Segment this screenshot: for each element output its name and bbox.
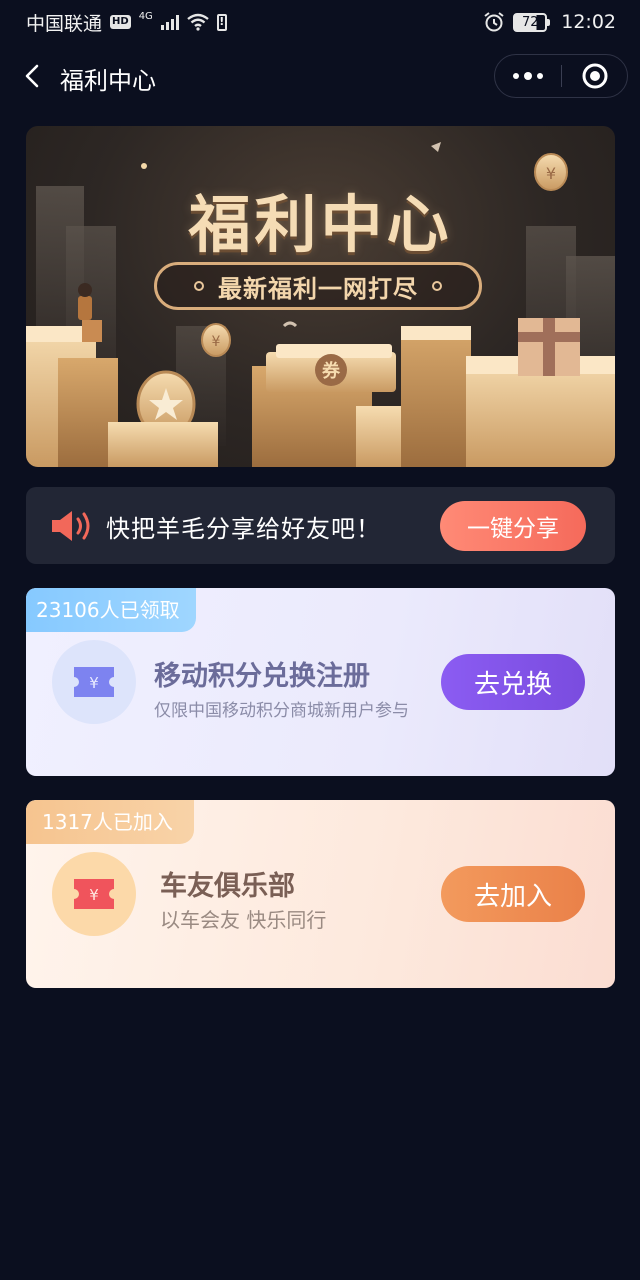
share-prompt: 快把羊毛分享给好友吧！: [106, 515, 381, 543]
card-subtitle: 以车会友 快乐同行: [160, 908, 327, 932]
card-subtitle: 仅限中国移动积分商城新用户参与: [154, 701, 409, 721]
target-close-icon: [582, 63, 607, 89]
close-button[interactable]: [562, 54, 627, 98]
alert-icon: !: [216, 13, 227, 31]
more-dot-icon: [524, 72, 532, 80]
battery-icon: 72: [513, 12, 551, 32]
hd-badge: HD: [110, 15, 131, 29]
card-title: 车友俱乐部: [160, 871, 295, 902]
claimed-count-badge: 23106人已领取: [26, 588, 196, 632]
ticket-symbol: ¥: [89, 886, 99, 904]
nav-bar: 福利中心: [0, 52, 640, 100]
page-title: 福利中心: [60, 67, 156, 95]
welfare-banner[interactable]: 券 ¥ ¥ 福利中心 最新福利一网打尽: [26, 126, 615, 467]
ticket-symbol: ¥: [89, 674, 99, 692]
carrier-name: 中国联通: [26, 12, 103, 35]
alarm-icon: [484, 12, 504, 32]
card-title: 移动积分兑换注册: [154, 661, 370, 692]
more-button[interactable]: [495, 54, 561, 98]
ticket-icon: ¥: [52, 640, 136, 724]
banner-tagline-pill: 最新福利一网打尽: [154, 262, 482, 310]
speaker-icon: [52, 511, 90, 541]
status-left: 中国联通 HD 4G !: [26, 9, 227, 36]
mini-program-capsule: [494, 54, 628, 98]
banner-heading: 福利中心: [188, 188, 453, 261]
back-button[interactable]: [16, 60, 48, 92]
join-button[interactable]: 去加入: [441, 866, 585, 922]
ticket-icon: ¥: [52, 852, 136, 936]
points-exchange-card[interactable]: 23106人已领取 ¥ 移动积分兑换注册 仅限中国移动积分商城新用户参与 去兑换: [26, 588, 615, 776]
network-type: 4G: [138, 10, 153, 22]
car-club-card[interactable]: 1317人已加入 ¥ 车友俱乐部 以车会友 快乐同行 去加入: [26, 800, 615, 988]
joined-count-badge: 1317人已加入: [26, 800, 194, 844]
more-dot-icon: [513, 73, 519, 79]
share-button[interactable]: 一键分享: [440, 501, 586, 551]
status-right: 72 12:02: [483, 11, 616, 33]
pill-dot-icon: [432, 281, 442, 291]
pill-dot-icon: [194, 281, 204, 291]
more-dot-icon: [537, 73, 543, 79]
ticket-symbol: 券: [321, 360, 341, 382]
status-bar: 中国联通 HD 4G ! 72 12:02: [0, 0, 640, 44]
chevron-left-icon: [25, 64, 39, 88]
battery-level: 72: [521, 14, 539, 30]
share-bar: 快把羊毛分享给好友吧！ 一键分享: [26, 487, 615, 564]
banner-tagline: 最新福利一网打尽: [218, 274, 418, 303]
signal-icon: [160, 14, 179, 30]
clock: 12:02: [561, 11, 616, 33]
exchange-button[interactable]: 去兑换: [441, 654, 585, 710]
coin-symbol: ¥: [212, 334, 221, 350]
wifi-icon: [187, 13, 209, 31]
